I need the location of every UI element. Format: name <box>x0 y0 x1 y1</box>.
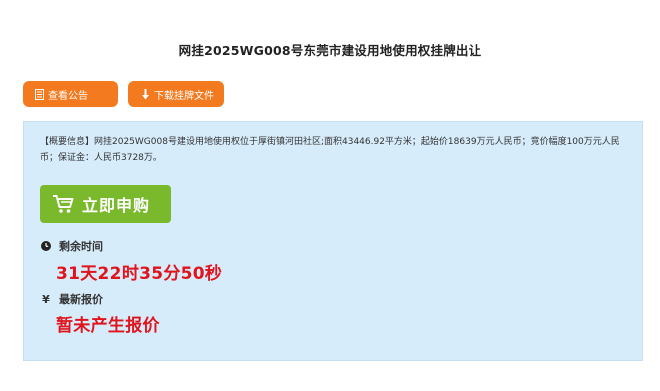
summary-text: 【概要信息】网挂2025WG008号建设用地使用权位于厚街镇河田社区;面积434… <box>40 137 620 163</box>
apply-now-label: 立即申购 <box>82 196 151 215</box>
apply-now-button[interactable]: 立即申购 <box>40 185 171 223</box>
latest-price-value: 暂未产生报价 <box>56 316 160 336</box>
latest-price-row: ¥ 最新报价 <box>40 291 103 307</box>
view-notice-label: 查看公告 <box>48 90 88 102</box>
cart-icon <box>52 194 74 214</box>
yen-icon: ¥ <box>42 292 50 306</box>
remaining-time-label: 剩余时间 <box>59 240 103 253</box>
latest-price-label: 最新报价 <box>59 293 103 306</box>
download-file-button[interactable]: 下载挂牌文件 <box>128 81 224 107</box>
download-file-label: 下载挂牌文件 <box>154 90 214 102</box>
page-title: 网挂2025WG008号东莞市建设用地使用权挂牌出让 <box>178 43 482 58</box>
auction-info-panel: 【概要信息】网挂2025WG008号建设用地使用权位于厚街镇河田社区;面积434… <box>23 121 643 361</box>
view-notice-button[interactable]: 查看公告 <box>23 81 118 107</box>
remaining-time-row: 剩余时间 <box>40 238 103 254</box>
countdown-value: 31天22时35分50秒 <box>56 264 223 284</box>
download-arrow-icon <box>141 88 150 100</box>
clock-icon <box>40 241 52 251</box>
document-icon <box>35 88 44 100</box>
